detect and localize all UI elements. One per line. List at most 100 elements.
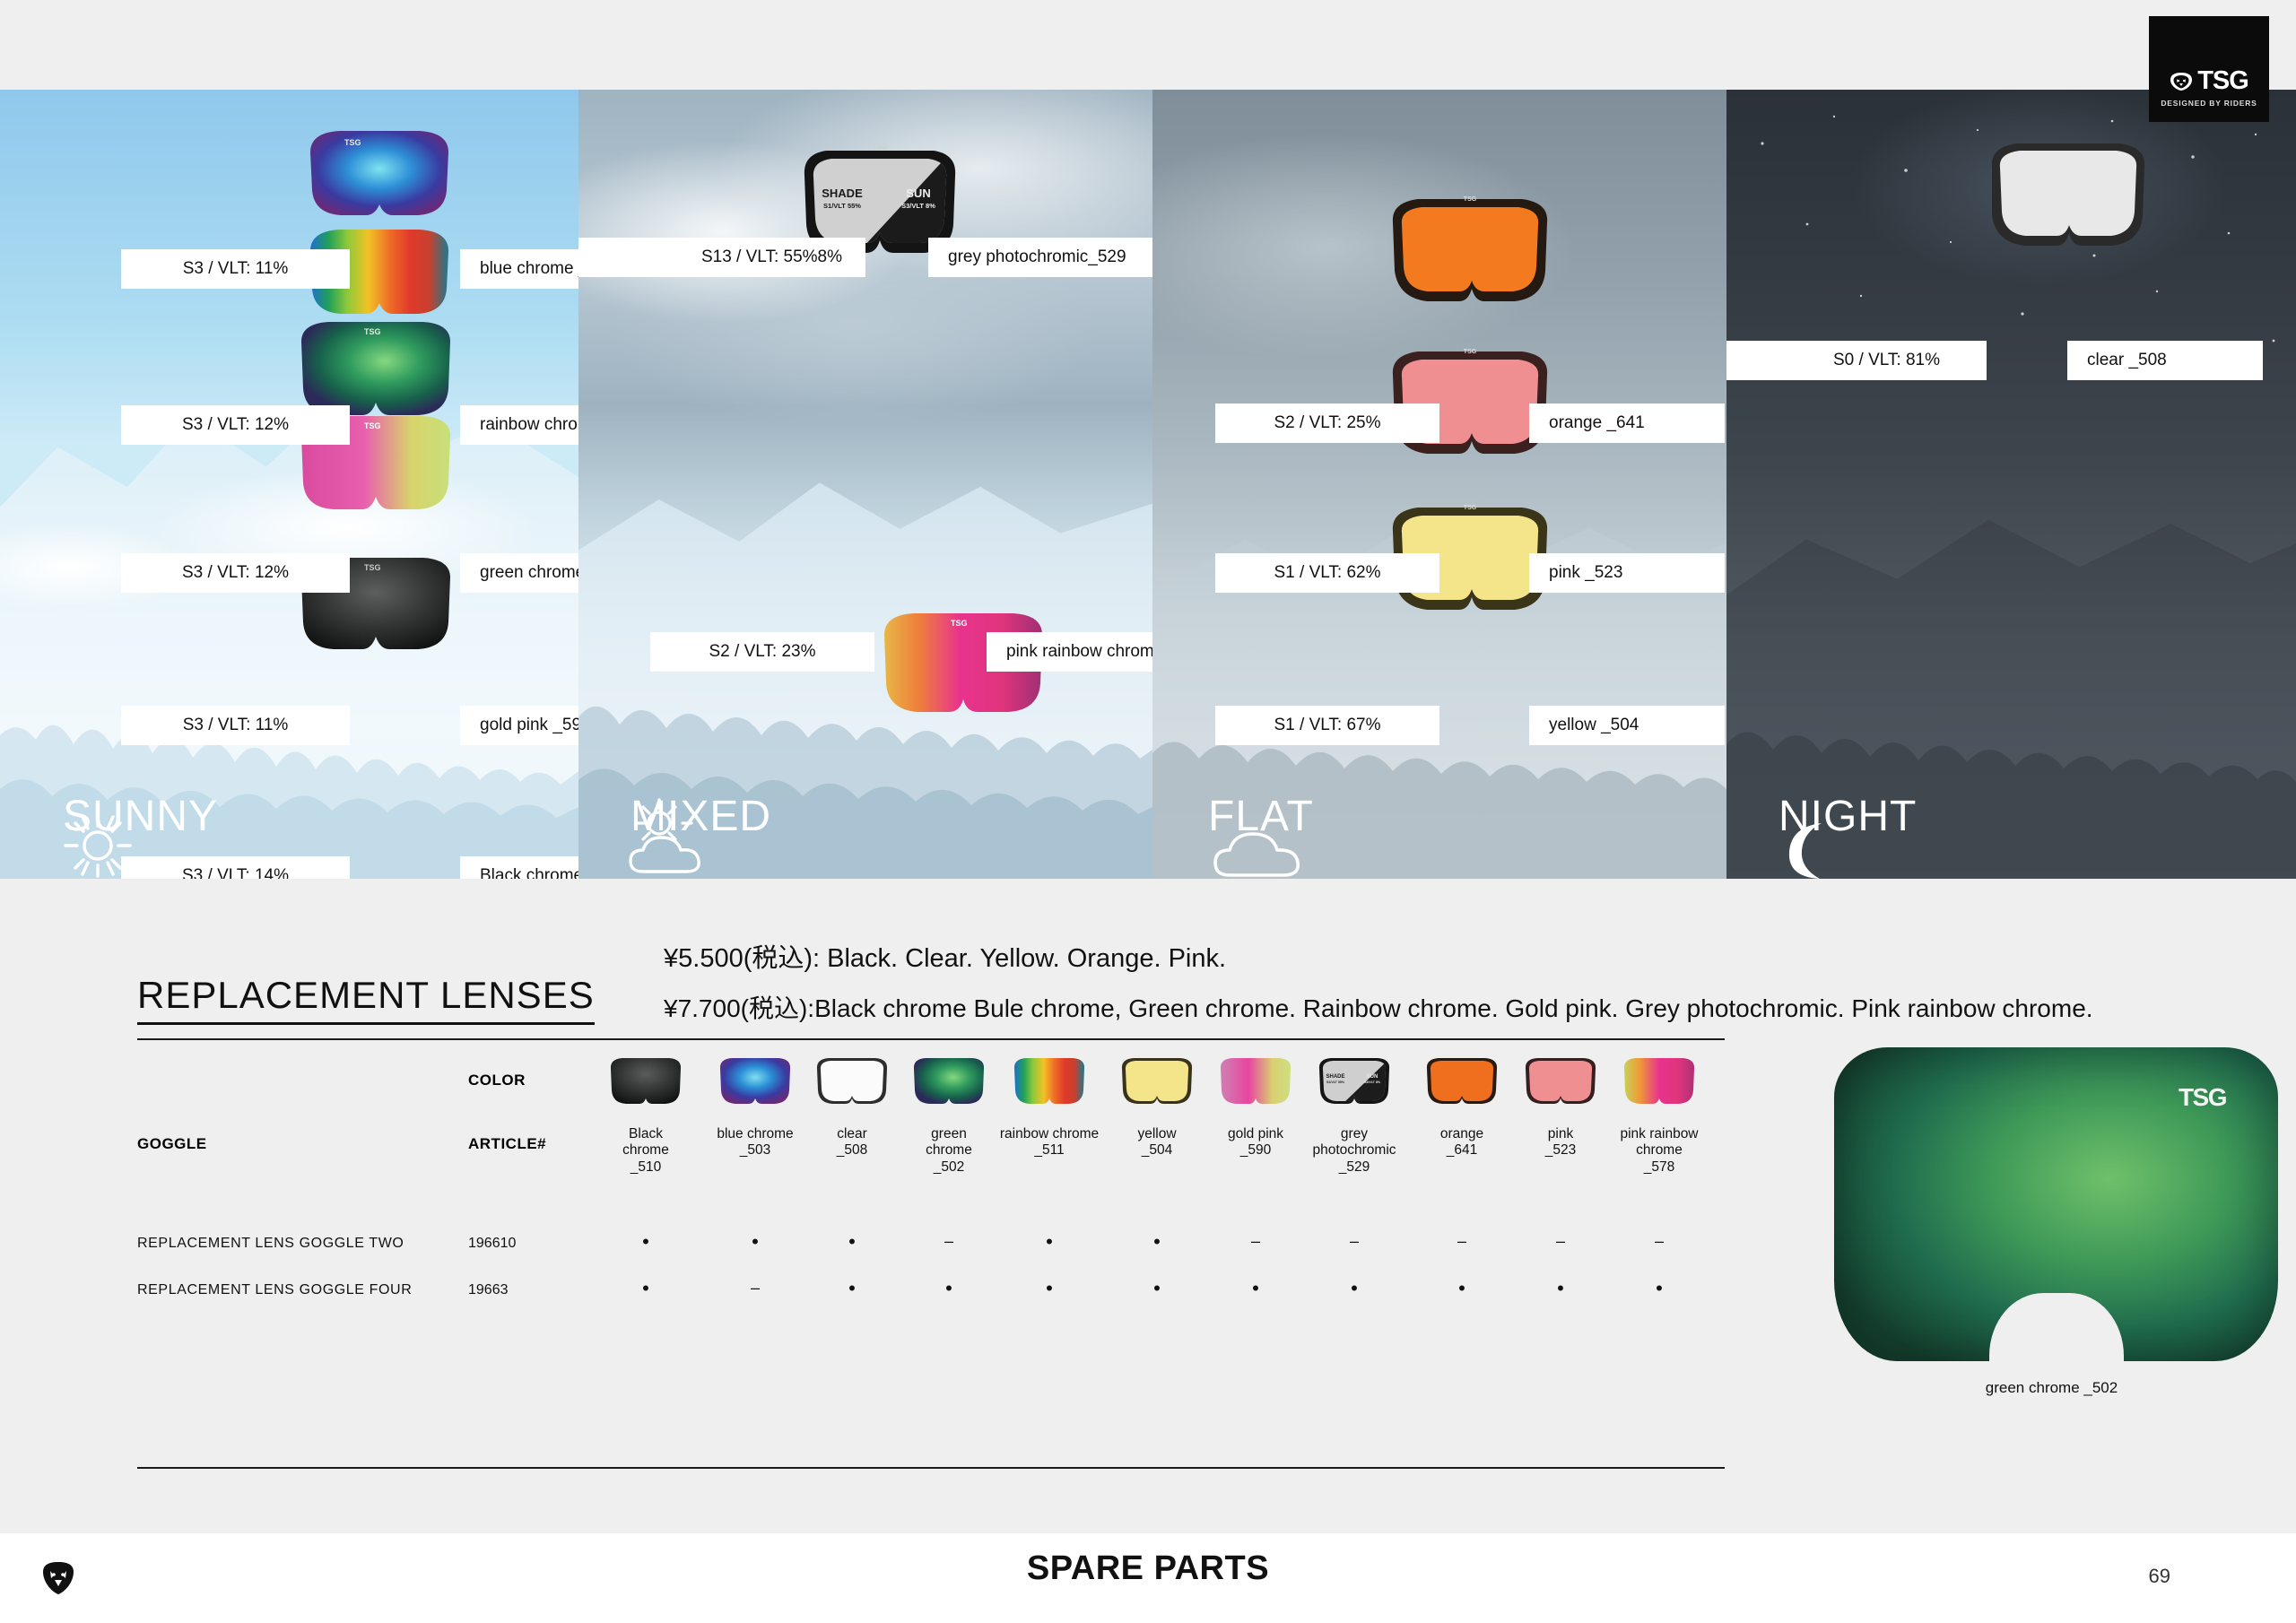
clear-lens-icon <box>1991 143 2145 246</box>
svg-text:TSG: TSG <box>1464 349 1477 355</box>
callout-gold-pink: S3 / VLT: 11% gold pink _590 <box>121 706 578 745</box>
svg-text:TSG: TSG <box>873 143 887 151</box>
callout-clear: S0 / VLT: 81% clear _508 <box>1726 341 2274 380</box>
pink-rainbow-chrome-lens-icon <box>1622 1056 1697 1107</box>
clear-lens-icon <box>814 1056 890 1107</box>
hero-lens-showcase: TSG TSG TSG TSG S3 / VLT: 11% blue chrom… <box>0 90 2296 879</box>
tsg-wordmark: TSG <box>2197 66 2249 95</box>
nose-notch <box>1988 1293 2124 1361</box>
hero-panel-night: S0 / VLT: 81% clear _508 NIGHT <box>1726 90 2296 879</box>
availability-mark <box>1202 1277 1309 1300</box>
callout-blue-chrome: S3 / VLT: 11% blue chrome _503 <box>121 249 578 289</box>
price-line-1: ¥5.500(税込): Black. Clear. Yellow. Orange… <box>664 944 1227 973</box>
column-label: yellow _504 <box>1137 1126 1177 1159</box>
vlt-value: S3 / VLT: 12% <box>182 415 289 434</box>
lens-blue-chrome-hero: TSG <box>303 126 456 224</box>
grey-photochromic-lens-icon: SHADE S1/VLT 55% SUN S3/VLT 8% <box>1317 1056 1392 1107</box>
condition-label-sunny: SUNNY <box>63 793 219 840</box>
availability-mark <box>895 1232 1003 1251</box>
table-header-color: COLOR <box>468 1072 526 1089</box>
availability-mark <box>895 1277 1003 1300</box>
availability-mark <box>701 1279 809 1298</box>
table-column-blue-chrome: blue chrome _503 <box>701 1056 809 1159</box>
lens-name: pink rainbow chrome _578 <box>1006 642 1152 661</box>
vlt-value: S0 / VLT: 81% <box>1833 351 1940 369</box>
lens-name: Black chrome _510 <box>480 866 578 879</box>
hero-panel-sunny: TSG TSG TSG TSG S3 / VLT: 11% blue chrom… <box>0 90 578 879</box>
column-label: orange _641 <box>1439 1126 1484 1159</box>
table-top-rule <box>137 1038 1725 1040</box>
table-column-pink: pink _523 <box>1507 1056 1614 1159</box>
column-label: clear _508 <box>836 1126 868 1159</box>
column-label: Black chrome _510 <box>622 1126 669 1175</box>
availability-mark <box>1605 1232 1713 1251</box>
svg-text:TSG: TSG <box>344 138 361 147</box>
orange-lens-icon: TSG <box>1392 196 1548 301</box>
callout-rainbow-chrome: S3 / VLT: 12% rainbow chrome _511 <box>121 405 578 445</box>
vlt-value: S2 / VLT: 23% <box>709 642 816 661</box>
table-column-clear: clear _508 <box>798 1056 906 1159</box>
availability-mark <box>1507 1277 1614 1300</box>
svg-text:S1/VLT 55%: S1/VLT 55% <box>823 202 861 210</box>
availability-mark <box>592 1277 700 1300</box>
callout-orange: S2 / VLT: 25% orange _641 <box>1215 404 1725 443</box>
product-photo-green-chrome: TSG green chrome _502 <box>1807 1022 2296 1444</box>
page-number: 69 <box>2148 1565 2170 1587</box>
table-header-goggle: GOGGLE <box>137 1135 207 1152</box>
availability-mark <box>1408 1277 1516 1300</box>
callout-black-chrome: S3 / VLT: 14% Black chrome _510 <box>121 856 578 879</box>
top-strip <box>0 0 2296 90</box>
condition-label-mixed: MIXED <box>631 793 772 840</box>
hero-panel-mixed: SHADE S1/VLT 55% SUN S3/VLT 8% TSG TSG S… <box>578 90 1152 879</box>
availability-mark <box>1300 1232 1408 1251</box>
price-line-2: ¥7.700(税込):Black chrome Bule chrome, Gre… <box>664 994 2093 1022</box>
table-row: REPLACEMENT LENS GOGGLE FOUR <box>137 1282 413 1298</box>
callout-grey-photochromic: S13 / VLT: 55%8% grey photochromic_529 <box>578 238 1152 277</box>
svg-text:S3/VLT 8%: S3/VLT 8% <box>1364 1081 1381 1084</box>
column-label: gold pink _590 <box>1227 1126 1284 1159</box>
page-title: REPLACEMENT LENSES <box>137 974 595 1025</box>
blue-chrome-lens-icon <box>718 1056 793 1107</box>
lens-name: orange _641 <box>1549 413 1645 432</box>
catalog-page: TSG DESIGNED BY RIDERS TSG TSG TSG TSG S… <box>0 0 2296 1623</box>
hero-panel-flat: TSG TSG TSG S2 / VLT: 25% orange _641 S1… <box>1152 90 1726 879</box>
vlt-value: S3 / VLT: 12% <box>182 563 289 582</box>
availability-mark <box>1103 1230 1211 1254</box>
svg-text:TSG: TSG <box>1464 505 1477 511</box>
callout-green-chrome: S3 / VLT: 12% green chrome _502 <box>121 553 578 593</box>
table-column-yellow: yellow _504 <box>1103 1056 1211 1159</box>
green-chrome-lens-icon: TSG <box>1834 1047 2278 1361</box>
availability-mark <box>1408 1232 1516 1251</box>
availability-mark <box>996 1277 1103 1300</box>
svg-text:SUN: SUN <box>1367 1074 1378 1080</box>
availability-mark <box>1103 1277 1211 1300</box>
callout-yellow: S1 / VLT: 67% yellow _504 <box>1215 706 1725 745</box>
vlt-value: S3 / VLT: 11% <box>182 259 289 278</box>
table-column-pink-rainbow-chrome: pink rainbow chrome _578 <box>1605 1056 1713 1176</box>
tsg-fox-shield-icon <box>2170 72 2193 91</box>
tsg-logo-badge: TSG DESIGNED BY RIDERS <box>2149 16 2269 122</box>
column-label: green chrome _502 <box>926 1126 972 1175</box>
column-label: rainbow chrome _511 <box>999 1126 1100 1159</box>
vlt-value: S1 / VLT: 67% <box>1274 716 1381 734</box>
availability-mark <box>798 1277 906 1300</box>
condition-label-night: NIGHT <box>1779 793 1918 840</box>
svg-text:SUN: SUN <box>906 187 930 200</box>
table-column-green-chrome: green chrome _502 <box>895 1056 1003 1176</box>
black-chrome-lens-icon <box>608 1056 683 1107</box>
availability-mark <box>1507 1232 1614 1251</box>
blue-chrome-lens-icon: TSG <box>310 131 448 215</box>
lens-name: pink _523 <box>1549 563 1623 582</box>
svg-text:S1/VLT 55%: S1/VLT 55% <box>1326 1081 1345 1084</box>
lens-orange-hero: TSG <box>1389 195 1551 305</box>
vlt-value: S1 / VLT: 62% <box>1274 563 1381 582</box>
vlt-value: S13 / VLT: 55%8% <box>700 247 842 266</box>
lens-name: gold pink _590 <box>480 716 578 734</box>
lens-name: clear _508 <box>2087 351 2167 369</box>
lens-name: yellow _504 <box>1549 716 1639 734</box>
table-column-gold-pink: gold pink _590 <box>1202 1056 1309 1159</box>
vlt-value: S3 / VLT: 14% <box>182 866 289 879</box>
vlt-value: S2 / VLT: 25% <box>1274 413 1381 432</box>
table-column-black-chrome: Black chrome _510 <box>592 1056 700 1176</box>
table-row-article: 196610 <box>468 1236 517 1251</box>
